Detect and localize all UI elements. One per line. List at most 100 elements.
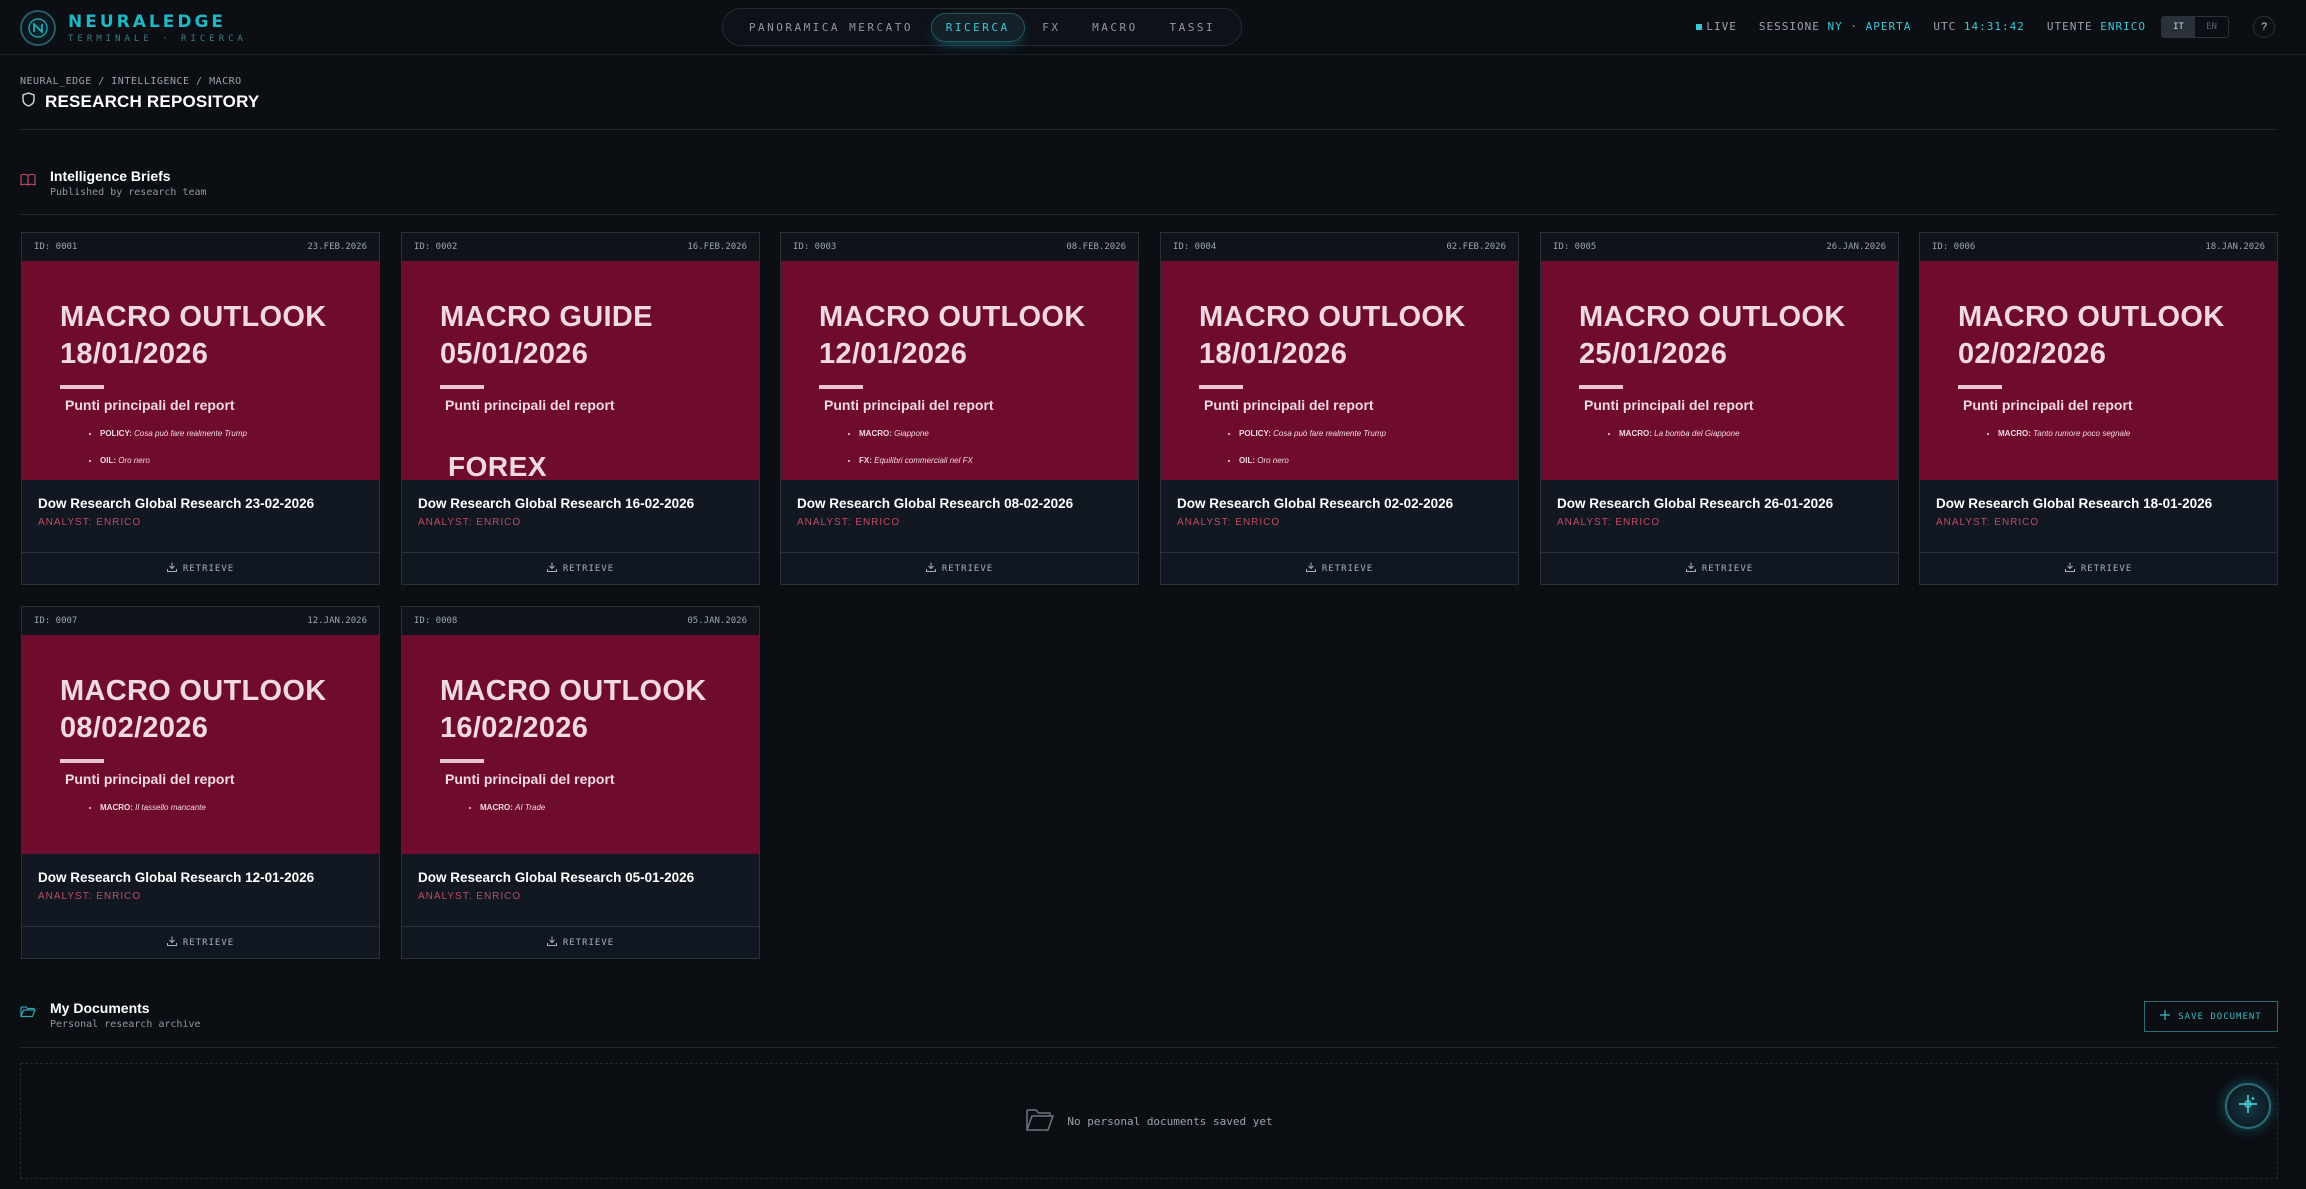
cover-title: MACRO OUTLOOK 18/01/2026 bbox=[1199, 301, 1466, 370]
lang-en-button[interactable]: EN bbox=[2195, 17, 2228, 37]
logo-icon bbox=[20, 10, 56, 46]
page-title-row: RESEARCH REPOSITORY bbox=[22, 92, 259, 112]
card-analyst: ANALYST: ENRICO bbox=[797, 517, 901, 528]
card-title[interactable]: Dow Research Global Research 16-02-2026 bbox=[418, 496, 743, 511]
cover-subtitle: Punti principali del report bbox=[445, 397, 615, 413]
card-date: 18.JAN.2026 bbox=[2205, 242, 2265, 252]
card-title[interactable]: Dow Research Global Research 02-02-2026 bbox=[1177, 496, 1502, 511]
retrieve-button[interactable]: RETRIEVE bbox=[22, 552, 379, 584]
brief-card[interactable]: ID: 0004 02.FEB.2026 MACRO OUTLOOK 18/01… bbox=[1160, 232, 1519, 585]
save-document-button[interactable]: SAVE DOCUMENT bbox=[2144, 1001, 2278, 1032]
card-id: ID: 0004 bbox=[1173, 242, 1217, 252]
lang-it-button[interactable]: IT bbox=[2162, 17, 2195, 37]
page-title: RESEARCH REPOSITORY bbox=[45, 92, 260, 111]
brief-card[interactable]: ID: 0002 16.FEB.2026 MACRO GUIDE 05/01/2… bbox=[401, 232, 760, 585]
retrieve-button[interactable]: RETRIEVE bbox=[1541, 552, 1898, 584]
tab-macro[interactable]: MACRO bbox=[1078, 14, 1152, 41]
app-logo[interactable]: NEURALEDGE TERMINALE · RICERCA bbox=[20, 10, 247, 46]
card-id: ID: 0008 bbox=[414, 616, 458, 626]
card-cover-image[interactable]: MACRO OUTLOOK 16/02/2026 Punti principal… bbox=[402, 635, 759, 854]
documents-subtitle: Personal research archive bbox=[50, 1019, 201, 1030]
download-icon bbox=[925, 562, 936, 575]
assistant-fab-button[interactable] bbox=[2225, 1083, 2271, 1129]
brief-card[interactable]: ID: 0001 23.FEB.2026 MACRO OUTLOOK 18/01… bbox=[21, 232, 380, 585]
card-cover-image[interactable]: MACRO OUTLOOK 08/02/2026 Punti principal… bbox=[22, 635, 379, 854]
cover-title: MACRO OUTLOOK 02/02/2026 bbox=[1958, 301, 2225, 370]
briefs-subtitle: Published by research team bbox=[50, 187, 207, 198]
empty-state-text: No personal documents saved yet bbox=[1067, 1114, 1273, 1128]
card-date: 12.JAN.2026 bbox=[307, 616, 367, 626]
card-title[interactable]: Dow Research Global Research 18-01-2026 bbox=[1936, 496, 2261, 511]
card-info: Dow Research Global Research 12-01-2026 … bbox=[22, 854, 379, 926]
top-bar: NEURALEDGE TERMINALE · RICERCA PANORAMIC… bbox=[0, 0, 2306, 55]
brief-card[interactable]: ID: 0003 08.FEB.2026 MACRO OUTLOOK 12/01… bbox=[780, 232, 1139, 585]
save-document-label: SAVE DOCUMENT bbox=[2178, 1011, 2262, 1022]
cover-underline bbox=[60, 759, 104, 763]
retrieve-button[interactable]: RETRIEVE bbox=[402, 926, 759, 958]
card-date: 26.JAN.2026 bbox=[1826, 242, 1886, 252]
tab-fx[interactable]: FX bbox=[1028, 14, 1074, 41]
card-date: 16.FEB.2026 bbox=[687, 242, 747, 252]
card-info: Dow Research Global Research 23-02-2026 … bbox=[22, 480, 379, 552]
card-title[interactable]: Dow Research Global Research 12-01-2026 bbox=[38, 870, 363, 885]
cover-bullet: MACRO: Tanto rumore poco segnale bbox=[1998, 429, 2277, 438]
cover-headline: FOREX bbox=[448, 451, 547, 480]
card-meta: ID: 0007 12.JAN.2026 bbox=[22, 607, 379, 635]
card-cover-image[interactable]: MACRO OUTLOOK 18/01/2026 Punti principal… bbox=[1161, 261, 1518, 480]
card-id: ID: 0005 bbox=[1553, 242, 1597, 252]
brief-card[interactable]: ID: 0007 12.JAN.2026 MACRO OUTLOOK 08/02… bbox=[21, 606, 380, 959]
card-meta: ID: 0004 02.FEB.2026 bbox=[1161, 233, 1518, 261]
retrieve-button[interactable]: RETRIEVE bbox=[781, 552, 1138, 584]
brief-card[interactable]: ID: 0005 26.JAN.2026 MACRO OUTLOOK 25/01… bbox=[1540, 232, 1899, 585]
documents-title: My Documents bbox=[50, 1000, 150, 1016]
card-title[interactable]: Dow Research Global Research 05-01-2026 bbox=[418, 870, 743, 885]
card-cover-image[interactable]: MACRO OUTLOOK 18/01/2026 Punti principal… bbox=[22, 261, 379, 480]
brief-card[interactable]: ID: 0008 05.JAN.2026 MACRO OUTLOOK 16/02… bbox=[401, 606, 760, 959]
tab-panoramica-mercato[interactable]: PANORAMICA MERCATO bbox=[735, 14, 927, 41]
retrieve-label: RETRIEVE bbox=[1701, 563, 1754, 574]
folder-open-icon bbox=[1025, 1107, 1055, 1136]
utc-clock: UTC 14:31:42 bbox=[1933, 20, 2025, 33]
card-info: Dow Research Global Research 02-02-2026 … bbox=[1161, 480, 1518, 552]
documents-divider bbox=[20, 1047, 2278, 1048]
folder-icon bbox=[20, 1005, 36, 1023]
card-date: 02.FEB.2026 bbox=[1446, 242, 1506, 252]
cover-bullet: OIL: Oro nero bbox=[1239, 456, 1518, 465]
retrieve-button[interactable]: RETRIEVE bbox=[1161, 552, 1518, 584]
card-meta: ID: 0001 23.FEB.2026 bbox=[22, 233, 379, 261]
cover-underline bbox=[440, 759, 484, 763]
cover-bullet: POLICY: Cosa può fare realmente Trump bbox=[100, 429, 379, 438]
card-date: 23.FEB.2026 bbox=[307, 242, 367, 252]
retrieve-label: RETRIEVE bbox=[2080, 563, 2133, 574]
session-status: SESSIONE NY · APERTA bbox=[1758, 20, 1912, 33]
card-info: Dow Research Global Research 18-01-2026 … bbox=[1920, 480, 2277, 552]
help-button[interactable]: ? bbox=[2253, 16, 2275, 38]
card-id: ID: 0007 bbox=[34, 616, 78, 626]
tab-ricerca[interactable]: RICERCA bbox=[930, 12, 1025, 42]
cover-underline bbox=[60, 385, 104, 389]
retrieve-button[interactable]: RETRIEVE bbox=[22, 926, 379, 958]
card-cover-image[interactable]: MACRO GUIDE 05/01/2026 Punti principali … bbox=[402, 261, 759, 480]
card-title[interactable]: Dow Research Global Research 26-01-2026 bbox=[1557, 496, 1882, 511]
brief-card[interactable]: ID: 0006 18.JAN.2026 MACRO OUTLOOK 02/02… bbox=[1919, 232, 2278, 585]
retrieve-button[interactable]: RETRIEVE bbox=[1920, 552, 2277, 584]
cover-bullet: OIL: Oro nero bbox=[100, 456, 379, 465]
documents-empty-state: No personal documents saved yet bbox=[20, 1063, 2278, 1179]
card-cover-image[interactable]: MACRO OUTLOOK 12/01/2026 Punti principal… bbox=[781, 261, 1138, 480]
retrieve-button[interactable]: RETRIEVE bbox=[402, 552, 759, 584]
cover-bullet: MACRO: AI Trade bbox=[480, 803, 759, 812]
tab-tassi[interactable]: TASSI bbox=[1155, 14, 1229, 41]
card-analyst: ANALYST: ENRICO bbox=[38, 517, 142, 528]
cover-title: MACRO OUTLOOK 16/02/2026 bbox=[440, 675, 707, 744]
user-status: UTENTE ENRICO bbox=[2046, 20, 2146, 33]
card-title[interactable]: Dow Research Global Research 08-02-2026 bbox=[797, 496, 1122, 511]
card-cover-image[interactable]: MACRO OUTLOOK 02/02/2026 Punti principal… bbox=[1920, 261, 2277, 480]
cover-bullets: POLICY: Cosa può fare realmente Trump OIL… bbox=[100, 429, 379, 465]
download-icon bbox=[546, 562, 557, 575]
header-divider bbox=[20, 129, 2278, 130]
download-icon bbox=[1685, 562, 1696, 575]
card-cover-image[interactable]: MACRO OUTLOOK 25/01/2026 Punti principal… bbox=[1541, 261, 1898, 480]
breadcrumb: NEURAL_EDGE / INTELLIGENCE / MACRO bbox=[20, 76, 242, 87]
card-title[interactable]: Dow Research Global Research 23-02-2026 bbox=[38, 496, 363, 511]
cover-title: MACRO OUTLOOK 08/02/2026 bbox=[60, 675, 327, 744]
